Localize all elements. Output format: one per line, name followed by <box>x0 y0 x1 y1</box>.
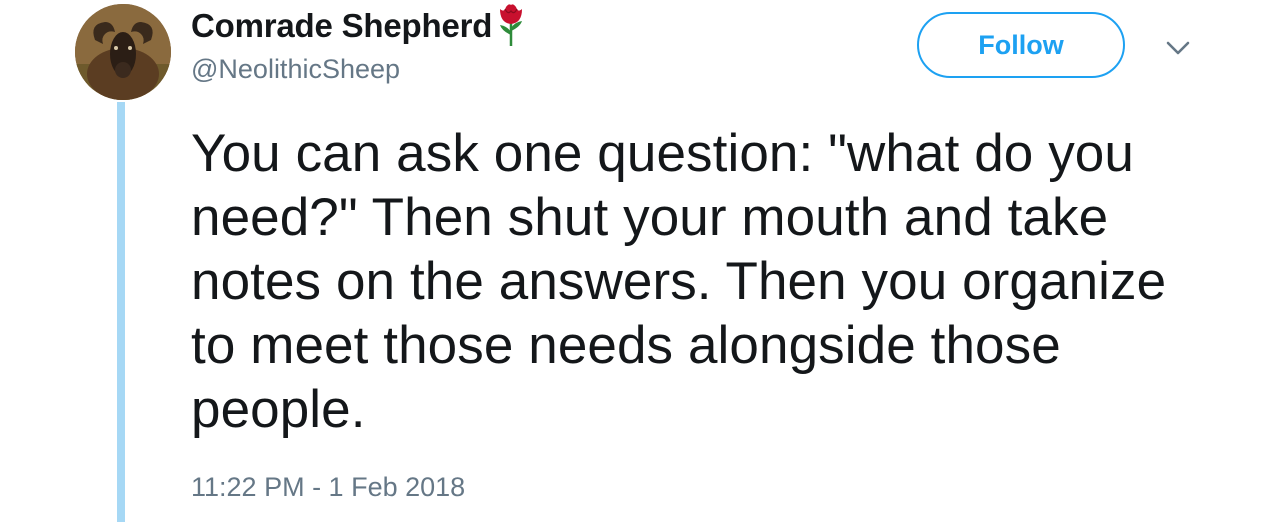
avatar[interactable] <box>75 4 171 100</box>
chevron-down-icon[interactable] <box>1163 36 1193 60</box>
author-handle[interactable]: @NeolithicSheep <box>191 54 400 85</box>
thread-connector-line <box>117 102 125 522</box>
tweet-timestamp[interactable]: 11:22 PM - 1 Feb 2018 <box>191 472 465 503</box>
rose-icon <box>494 1 528 47</box>
sheep-avatar-icon <box>75 4 171 100</box>
tweet-text: You can ask one question: "what do you n… <box>191 124 1167 439</box>
author-name-row: Comrade Shepherd <box>191 4 528 48</box>
follow-button[interactable]: Follow <box>917 12 1125 78</box>
display-name[interactable]: Comrade Shepherd <box>191 7 492 45</box>
